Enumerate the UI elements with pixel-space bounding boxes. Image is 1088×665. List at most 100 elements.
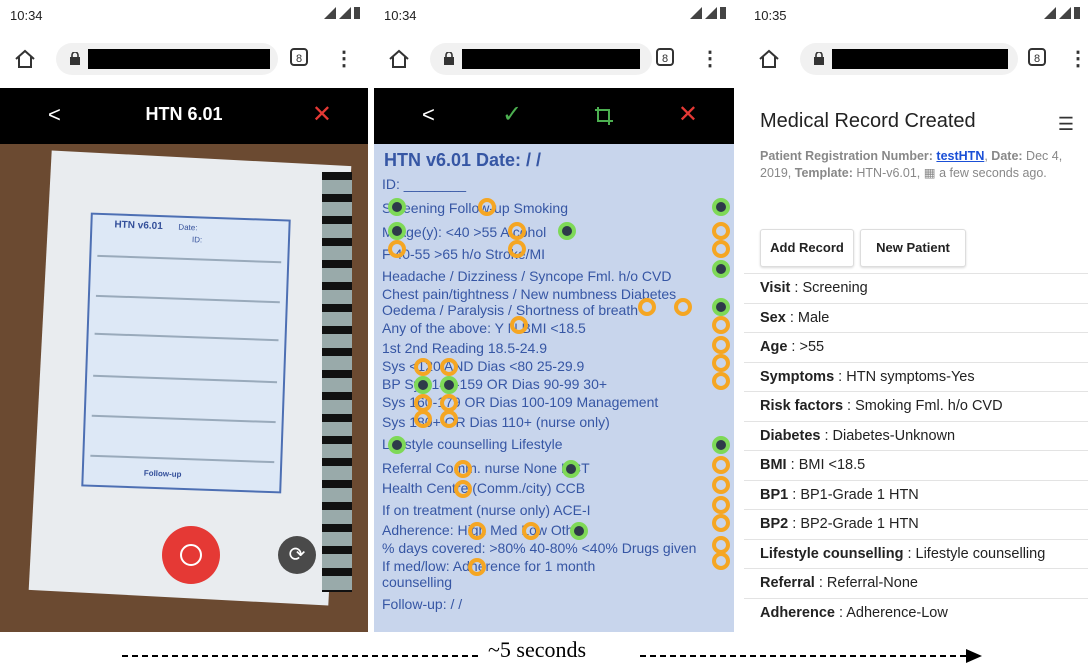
record-field: Symptoms : HTN symptoms-Yes <box>760 368 975 385</box>
tab-count-button[interactable]: 8 <box>656 48 674 66</box>
checked-box-marker <box>712 436 730 454</box>
record-field-label: Lifestyle counselling <box>760 545 904 562</box>
date-label: Date: <box>991 149 1023 163</box>
checked-box-marker <box>388 198 406 216</box>
overflow-menu-icon[interactable]: ⋮ <box>700 46 720 71</box>
calendar-icon: ▦ <box>923 166 936 180</box>
close-icon[interactable]: ✕ <box>312 100 332 129</box>
new-patient-button[interactable]: New Patient <box>860 229 966 267</box>
unchecked-box-marker <box>712 316 730 334</box>
record-field: Referral : Referral-None <box>760 575 918 591</box>
address-bar[interactable] <box>56 43 278 75</box>
scan-text-line: Oedema / Paralysis / Shortness of breath <box>382 302 639 318</box>
scan-text-line: Any of the above: Y N BMI <18.5 <box>382 320 586 336</box>
unchecked-box-marker <box>414 410 432 428</box>
overflow-menu-icon[interactable]: ⋮ <box>334 46 354 71</box>
unchecked-box-marker <box>414 358 432 376</box>
record-field-value: Male <box>797 309 830 326</box>
record-metadata: Patient Registration Number: testHTN, Da… <box>760 149 1063 180</box>
confirm-check-icon[interactable]: ✓ <box>502 100 522 129</box>
unchecked-box-marker <box>388 240 406 258</box>
checked-box-marker <box>440 376 458 394</box>
paper-form-id-label: ID: <box>191 235 203 245</box>
switch-camera-icon[interactable]: ⟳ <box>278 536 316 574</box>
back-icon[interactable]: < <box>422 102 435 128</box>
record-field-value: BP2-Grade 1 HTN <box>800 516 919 532</box>
field-divider <box>744 420 1088 422</box>
scan-text-line: HTN v6.01 Date: / / <box>384 150 542 170</box>
reg-number-link[interactable]: testHTN <box>936 149 984 163</box>
redacted-url <box>832 49 1008 69</box>
scan-text-line: Screening Follow-up Smoking <box>382 200 568 216</box>
unchecked-box-marker <box>508 240 526 258</box>
lock-icon <box>814 52 824 65</box>
tab-count-button[interactable]: 8 <box>290 48 308 66</box>
record-field-value: Smoking Fml. h/o CVD <box>855 398 1003 414</box>
scan-text-line: If med/low: Adherence for 1 month <box>382 558 596 574</box>
scan-text-line: If on treatment (nurse only) ACE-I <box>382 502 591 518</box>
status-bar: 10:35 <box>744 0 1088 30</box>
record-field-label: BP1 <box>760 486 789 503</box>
unchecked-box-marker <box>454 480 472 498</box>
record-field-value: >55 <box>799 339 825 355</box>
paper-form: HTN v6.01 Date: ID: Follow-up <box>81 212 291 494</box>
close-icon[interactable]: ✕ <box>678 100 698 129</box>
unchecked-box-marker <box>522 522 540 540</box>
scan-text-line: counselling <box>382 574 453 590</box>
browser-toolbar: 8 ⋮ <box>374 30 734 88</box>
lock-icon <box>70 52 80 65</box>
address-bar[interactable] <box>800 43 1018 75</box>
record-field-label: BP2 <box>760 516 789 532</box>
home-icon[interactable] <box>388 48 410 70</box>
unchecked-box-marker <box>638 298 656 316</box>
caption-label: ~5 seconds <box>488 637 587 662</box>
status-time: 10:35 <box>754 8 787 23</box>
unchecked-box-marker <box>508 222 526 240</box>
field-divider <box>744 509 1088 510</box>
field-divider <box>744 450 1088 451</box>
checked-box-marker <box>562 460 580 478</box>
list-menu-icon[interactable]: ☰ <box>1058 114 1074 135</box>
unchecked-box-marker <box>674 298 692 316</box>
status-bar: 10:34 <box>0 0 368 30</box>
signal-icon <box>1044 7 1056 19</box>
checked-box-marker <box>712 260 730 278</box>
scan-text-line: Follow-up: / / <box>382 596 463 612</box>
template-value: HTN-v6.01, <box>856 166 921 180</box>
signal-icon <box>324 7 336 19</box>
phone-screen-camera: 10:34 8 ⋮ < HTN 6.01 ✕ HTN v6.01 Date: I… <box>0 0 368 632</box>
record-field-label: Sex <box>760 309 786 326</box>
checked-box-marker <box>712 298 730 316</box>
unchecked-box-marker <box>712 336 730 354</box>
record-field: Sex : Male <box>760 309 830 326</box>
signal-icon <box>705 7 717 19</box>
field-divider <box>744 568 1088 569</box>
battery-icon <box>1074 7 1080 19</box>
overflow-menu-icon[interactable]: ⋮ <box>1068 46 1088 71</box>
record-field: Adherence : Adherence-Low <box>760 604 948 621</box>
crop-icon[interactable] <box>594 106 614 126</box>
review-header: < ✓ ✕ <box>374 88 734 144</box>
template-label: Template: <box>794 166 853 180</box>
record-field: Diabetes : Diabetes-Unknown <box>760 427 956 444</box>
add-record-button[interactable]: Add Record <box>760 229 854 267</box>
record-field-label: Age <box>760 339 788 355</box>
scan-text-line: Health Centre (Comm./city) CCB <box>382 480 586 496</box>
tab-count-button[interactable]: 8 <box>1028 48 1046 66</box>
field-divider <box>744 391 1088 392</box>
home-icon[interactable] <box>758 48 780 70</box>
reg-number-label: Patient Registration Number: <box>760 149 933 163</box>
address-bar[interactable] <box>430 43 652 75</box>
unchecked-box-marker <box>712 552 730 570</box>
record-field: Age : >55 <box>760 339 825 355</box>
camera-header: < HTN 6.01 ✕ <box>0 88 368 144</box>
shutter-button[interactable] <box>162 526 220 584</box>
status-icons <box>324 7 360 19</box>
record-field: BP2 : BP2-Grade 1 HTN <box>760 516 919 532</box>
status-time: 10:34 <box>384 8 417 23</box>
record-field-value: Referral-None <box>826 575 918 591</box>
record-field-value: Screening <box>802 280 868 296</box>
home-icon[interactable] <box>14 48 36 70</box>
record-field-label: Adherence <box>760 604 835 621</box>
lock-icon <box>444 52 454 65</box>
